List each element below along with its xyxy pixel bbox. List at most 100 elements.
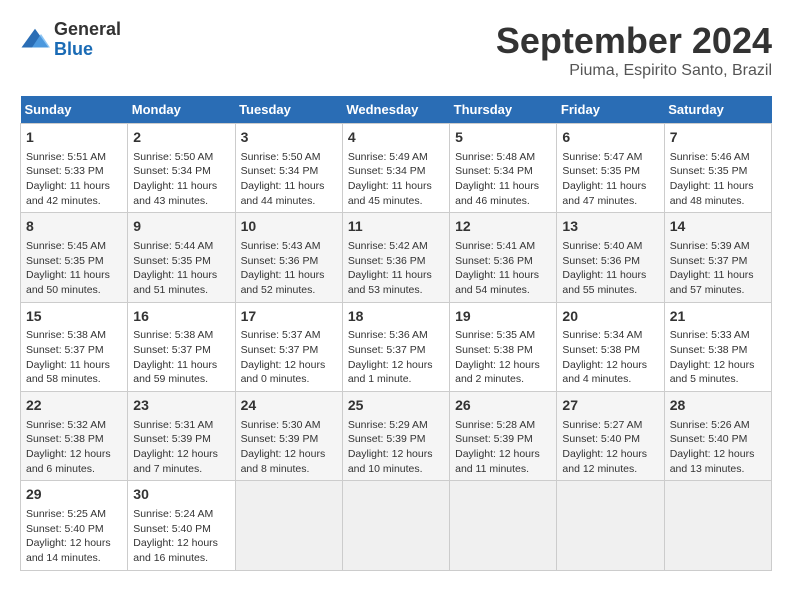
day-number: 17 <box>241 307 337 327</box>
cell-info: Sunrise: 5:32 AM Sunset: 5:38 PM Dayligh… <box>26 418 122 477</box>
page-header: General Blue September 2024 Piuma, Espir… <box>20 20 772 80</box>
table-row: 24 Sunrise: 5:30 AM Sunset: 5:39 PM Dayl… <box>235 392 342 481</box>
location-subtitle: Piuma, Espirito Santo, Brazil <box>496 62 772 80</box>
table-row: 13 Sunrise: 5:40 AM Sunset: 5:36 PM Dayl… <box>557 213 664 302</box>
table-row: 14 Sunrise: 5:39 AM Sunset: 5:37 PM Dayl… <box>664 213 771 302</box>
table-row: 5 Sunrise: 5:48 AM Sunset: 5:34 PM Dayli… <box>450 124 557 213</box>
cell-info: Sunrise: 5:29 AM Sunset: 5:39 PM Dayligh… <box>348 418 444 477</box>
cell-info: Sunrise: 5:31 AM Sunset: 5:39 PM Dayligh… <box>133 418 229 477</box>
logo: General Blue <box>20 20 121 60</box>
day-number: 2 <box>133 128 229 148</box>
table-row: 4 Sunrise: 5:49 AM Sunset: 5:34 PM Dayli… <box>342 124 449 213</box>
day-number: 16 <box>133 307 229 327</box>
day-number: 1 <box>26 128 122 148</box>
cell-info: Sunrise: 5:50 AM Sunset: 5:34 PM Dayligh… <box>241 150 337 209</box>
cell-info: Sunrise: 5:25 AM Sunset: 5:40 PM Dayligh… <box>26 507 122 566</box>
day-number: 29 <box>26 485 122 505</box>
cell-info: Sunrise: 5:46 AM Sunset: 5:35 PM Dayligh… <box>670 150 766 209</box>
calendar-week-5: 29 Sunrise: 5:25 AM Sunset: 5:40 PM Dayl… <box>21 481 772 570</box>
cell-info: Sunrise: 5:45 AM Sunset: 5:35 PM Dayligh… <box>26 239 122 298</box>
day-number: 15 <box>26 307 122 327</box>
day-number: 25 <box>348 396 444 416</box>
col-friday: Friday <box>557 96 664 124</box>
day-number: 23 <box>133 396 229 416</box>
cell-info: Sunrise: 5:38 AM Sunset: 5:37 PM Dayligh… <box>26 328 122 387</box>
cell-info: Sunrise: 5:41 AM Sunset: 5:36 PM Dayligh… <box>455 239 551 298</box>
table-row: 26 Sunrise: 5:28 AM Sunset: 5:39 PM Dayl… <box>450 392 557 481</box>
table-row: 7 Sunrise: 5:46 AM Sunset: 5:35 PM Dayli… <box>664 124 771 213</box>
table-row <box>342 481 449 570</box>
cell-info: Sunrise: 5:47 AM Sunset: 5:35 PM Dayligh… <box>562 150 658 209</box>
cell-info: Sunrise: 5:43 AM Sunset: 5:36 PM Dayligh… <box>241 239 337 298</box>
cell-info: Sunrise: 5:44 AM Sunset: 5:35 PM Dayligh… <box>133 239 229 298</box>
cell-info: Sunrise: 5:38 AM Sunset: 5:37 PM Dayligh… <box>133 328 229 387</box>
table-row: 22 Sunrise: 5:32 AM Sunset: 5:38 PM Dayl… <box>21 392 128 481</box>
table-row: 17 Sunrise: 5:37 AM Sunset: 5:37 PM Dayl… <box>235 302 342 391</box>
col-monday: Monday <box>128 96 235 124</box>
day-number: 3 <box>241 128 337 148</box>
table-row <box>235 481 342 570</box>
day-number: 27 <box>562 396 658 416</box>
table-row: 8 Sunrise: 5:45 AM Sunset: 5:35 PM Dayli… <box>21 213 128 302</box>
logo-text: General Blue <box>54 20 121 60</box>
month-title: September 2024 <box>496 20 772 62</box>
table-row: 16 Sunrise: 5:38 AM Sunset: 5:37 PM Dayl… <box>128 302 235 391</box>
day-number: 11 <box>348 217 444 237</box>
table-row <box>557 481 664 570</box>
calendar-table: Sunday Monday Tuesday Wednesday Thursday… <box>20 96 772 571</box>
cell-info: Sunrise: 5:33 AM Sunset: 5:38 PM Dayligh… <box>670 328 766 387</box>
table-row: 15 Sunrise: 5:38 AM Sunset: 5:37 PM Dayl… <box>21 302 128 391</box>
table-row: 19 Sunrise: 5:35 AM Sunset: 5:38 PM Dayl… <box>450 302 557 391</box>
col-tuesday: Tuesday <box>235 96 342 124</box>
day-number: 4 <box>348 128 444 148</box>
day-number: 12 <box>455 217 551 237</box>
day-number: 21 <box>670 307 766 327</box>
table-row: 27 Sunrise: 5:27 AM Sunset: 5:40 PM Dayl… <box>557 392 664 481</box>
table-row: 25 Sunrise: 5:29 AM Sunset: 5:39 PM Dayl… <box>342 392 449 481</box>
table-row: 2 Sunrise: 5:50 AM Sunset: 5:34 PM Dayli… <box>128 124 235 213</box>
cell-info: Sunrise: 5:24 AM Sunset: 5:40 PM Dayligh… <box>133 507 229 566</box>
cell-info: Sunrise: 5:26 AM Sunset: 5:40 PM Dayligh… <box>670 418 766 477</box>
table-row: 21 Sunrise: 5:33 AM Sunset: 5:38 PM Dayl… <box>664 302 771 391</box>
table-row: 18 Sunrise: 5:36 AM Sunset: 5:37 PM Dayl… <box>342 302 449 391</box>
logo-blue: Blue <box>54 40 121 60</box>
day-number: 24 <box>241 396 337 416</box>
table-row <box>450 481 557 570</box>
col-sunday: Sunday <box>21 96 128 124</box>
day-number: 18 <box>348 307 444 327</box>
col-wednesday: Wednesday <box>342 96 449 124</box>
table-row <box>664 481 771 570</box>
table-row: 20 Sunrise: 5:34 AM Sunset: 5:38 PM Dayl… <box>557 302 664 391</box>
table-row: 30 Sunrise: 5:24 AM Sunset: 5:40 PM Dayl… <box>128 481 235 570</box>
day-number: 8 <box>26 217 122 237</box>
table-row: 28 Sunrise: 5:26 AM Sunset: 5:40 PM Dayl… <box>664 392 771 481</box>
day-number: 30 <box>133 485 229 505</box>
table-row: 1 Sunrise: 5:51 AM Sunset: 5:33 PM Dayli… <box>21 124 128 213</box>
logo-icon <box>20 25 50 55</box>
header-row: Sunday Monday Tuesday Wednesday Thursday… <box>21 96 772 124</box>
calendar-week-1: 1 Sunrise: 5:51 AM Sunset: 5:33 PM Dayli… <box>21 124 772 213</box>
table-row: 29 Sunrise: 5:25 AM Sunset: 5:40 PM Dayl… <box>21 481 128 570</box>
calendar-week-3: 15 Sunrise: 5:38 AM Sunset: 5:37 PM Dayl… <box>21 302 772 391</box>
day-number: 10 <box>241 217 337 237</box>
day-number: 28 <box>670 396 766 416</box>
day-number: 6 <box>562 128 658 148</box>
cell-info: Sunrise: 5:48 AM Sunset: 5:34 PM Dayligh… <box>455 150 551 209</box>
cell-info: Sunrise: 5:42 AM Sunset: 5:36 PM Dayligh… <box>348 239 444 298</box>
day-number: 5 <box>455 128 551 148</box>
col-thursday: Thursday <box>450 96 557 124</box>
cell-info: Sunrise: 5:36 AM Sunset: 5:37 PM Dayligh… <box>348 328 444 387</box>
day-number: 22 <box>26 396 122 416</box>
day-number: 13 <box>562 217 658 237</box>
cell-info: Sunrise: 5:40 AM Sunset: 5:36 PM Dayligh… <box>562 239 658 298</box>
cell-info: Sunrise: 5:27 AM Sunset: 5:40 PM Dayligh… <box>562 418 658 477</box>
day-number: 14 <box>670 217 766 237</box>
logo-general: General <box>54 20 121 40</box>
cell-info: Sunrise: 5:51 AM Sunset: 5:33 PM Dayligh… <box>26 150 122 209</box>
day-number: 26 <box>455 396 551 416</box>
day-number: 9 <box>133 217 229 237</box>
day-number: 7 <box>670 128 766 148</box>
day-number: 19 <box>455 307 551 327</box>
calendar-week-2: 8 Sunrise: 5:45 AM Sunset: 5:35 PM Dayli… <box>21 213 772 302</box>
table-row: 11 Sunrise: 5:42 AM Sunset: 5:36 PM Dayl… <box>342 213 449 302</box>
